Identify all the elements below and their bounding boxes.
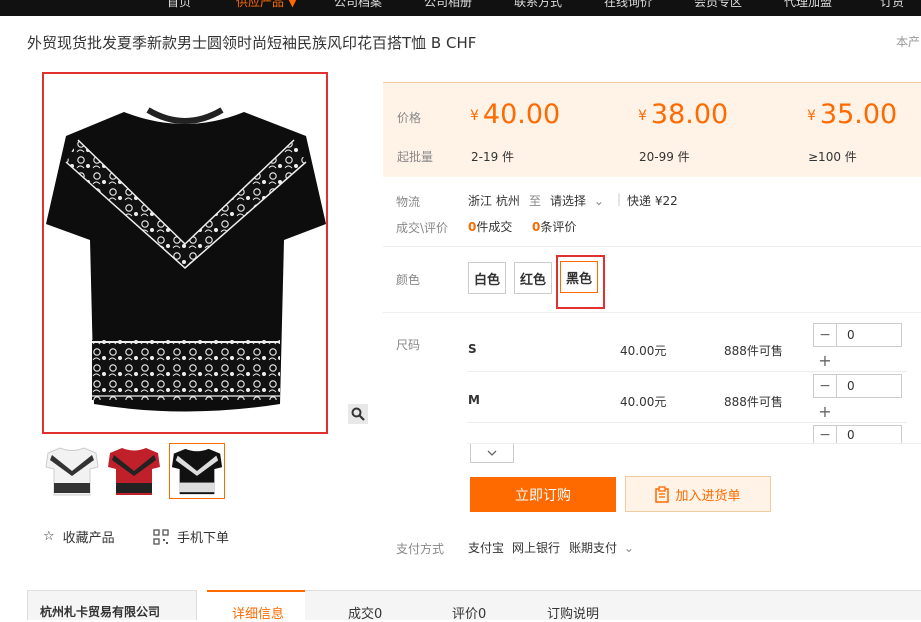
- qty-tier-2: 20-99 件: [639, 150, 690, 164]
- color-label: 颜色: [396, 273, 421, 287]
- chevron-down-icon: ⌄: [623, 541, 634, 555]
- buy-now-button[interactable]: 立即订购: [470, 477, 616, 512]
- divider: [383, 246, 921, 247]
- reviews-count: 0条评价: [532, 220, 577, 234]
- tab-bar: 详细信息 成交0 评价0 订购说明: [207, 590, 921, 622]
- nav-item-company-profile[interactable]: 公司档案: [334, 0, 382, 10]
- selection-highlight: [556, 255, 605, 309]
- nav-item-products[interactable]: 供应产品 ▼: [236, 0, 297, 10]
- divider: [467, 443, 921, 444]
- nav-item-home[interactable]: 首页: [167, 0, 191, 10]
- clipboard-icon: [655, 485, 670, 503]
- thumbnail-black[interactable]: [169, 443, 225, 499]
- zoom-button[interactable]: [348, 404, 368, 424]
- qty-label: 起批量: [397, 150, 434, 164]
- nav-item-inquiry[interactable]: 在线询价: [604, 0, 652, 10]
- payment-alipay: 支付宝: [468, 541, 505, 555]
- payment-label: 支付方式: [396, 542, 445, 556]
- size-price-s: 40.00元: [620, 344, 667, 358]
- divider: |: [617, 192, 622, 206]
- magnifier-icon: [351, 407, 365, 421]
- payment-credit-select[interactable]: 账期支付 ⌄: [569, 539, 634, 556]
- company-name: 杭州札卡贸易有限公司: [40, 605, 161, 619]
- size-label: 尺码: [396, 338, 421, 352]
- company-panel: 杭州札卡贸易有限公司: [27, 590, 197, 620]
- deals-label: 成交\评价: [396, 221, 449, 235]
- tab-order-notes[interactable]: 订购说明: [547, 603, 599, 622]
- payment-online-bank: 网上银行: [512, 541, 561, 555]
- main-product-image[interactable]: [42, 72, 328, 434]
- nav-item-agent[interactable]: 代理加盟: [784, 0, 832, 10]
- color-option-white[interactable]: 白色: [468, 262, 506, 294]
- thumbnail-red[interactable]: [106, 443, 162, 499]
- price-tier-1: ¥40.00: [470, 99, 561, 130]
- chevron-down-icon: [487, 450, 497, 456]
- price-panel: 价格 起批量 ¥40.00 ¥38.00 ¥35.00 2-19 件 20-99…: [383, 82, 921, 177]
- divider: [467, 422, 907, 423]
- logistics-label: 物流: [396, 195, 421, 209]
- qty-tier-3: ≥100 件: [808, 150, 857, 164]
- tab-details[interactable]: 详细信息: [232, 603, 284, 622]
- decrease-button[interactable]: −: [813, 425, 837, 443]
- quantity-input-s[interactable]: 0: [836, 323, 902, 347]
- size-name-m: M: [468, 393, 480, 407]
- top-nav-bar: 首页 供应产品 ▼ 公司档案 公司相册 联系方式 在线询价 会员专区 代理加盟 …: [0, 0, 921, 16]
- nav-item-orders[interactable]: 订货: [880, 0, 904, 10]
- divider: [383, 312, 921, 313]
- mobile-order-label: 手机下单: [177, 531, 230, 546]
- destination-select[interactable]: 请选择 ⌄: [550, 192, 604, 209]
- tab-reviews[interactable]: 评价0: [452, 603, 486, 622]
- nav-item-contact[interactable]: 联系方式: [514, 0, 562, 10]
- thumbnail-white[interactable]: [44, 443, 100, 499]
- divider: [467, 371, 907, 372]
- increase-button[interactable]: +: [813, 401, 837, 421]
- express-fee: 快递 ¥22: [627, 194, 678, 208]
- decrease-button[interactable]: −: [813, 374, 837, 398]
- color-option-red[interactable]: 红色: [514, 262, 552, 294]
- expand-sizes-button[interactable]: [470, 444, 514, 463]
- product-title: 外贸现货批发夏季新款男士圆领时尚短袖民族风印花百搭T恤 B CHF: [27, 34, 477, 52]
- logistics-to-word: 至: [529, 194, 542, 208]
- top-right-text: 本产: [896, 35, 921, 49]
- price-tier-2: ¥38.00: [638, 99, 729, 130]
- tab-deals[interactable]: 成交0: [348, 603, 382, 622]
- size-price-m: 40.00元: [620, 395, 667, 409]
- nav-item-company-album[interactable]: 公司相册: [424, 0, 472, 10]
- deals-count: 0件成交: [468, 220, 513, 234]
- decrease-button[interactable]: −: [813, 323, 837, 347]
- nav-item-members[interactable]: 会员专区: [694, 0, 742, 10]
- size-name-s: S: [468, 342, 477, 356]
- logistics-from: 浙江 杭州: [468, 194, 520, 208]
- price-label: 价格: [397, 111, 422, 125]
- size-stock-m: 888件可售: [724, 395, 783, 409]
- star-icon: ☆: [43, 529, 55, 544]
- add-to-cart-button[interactable]: 加入进货单: [625, 476, 771, 512]
- favorite-label: 收藏产品: [62, 531, 115, 546]
- price-tier-3: ¥35.00: [807, 99, 898, 130]
- qty-tier-1: 2-19 件: [471, 150, 515, 164]
- size-stock-s: 888件可售: [724, 344, 783, 358]
- qr-code-icon: [153, 528, 169, 545]
- mobile-order-button[interactable]: 手机下单: [153, 527, 229, 546]
- chevron-down-icon: ⌄: [593, 194, 604, 208]
- quantity-input-m[interactable]: 0: [836, 374, 902, 398]
- tshirt-image: [46, 107, 326, 412]
- increase-button[interactable]: +: [813, 350, 837, 370]
- quantity-input-next[interactable]: 0: [836, 425, 902, 443]
- favorite-button[interactable]: ☆ 收藏产品: [43, 527, 115, 546]
